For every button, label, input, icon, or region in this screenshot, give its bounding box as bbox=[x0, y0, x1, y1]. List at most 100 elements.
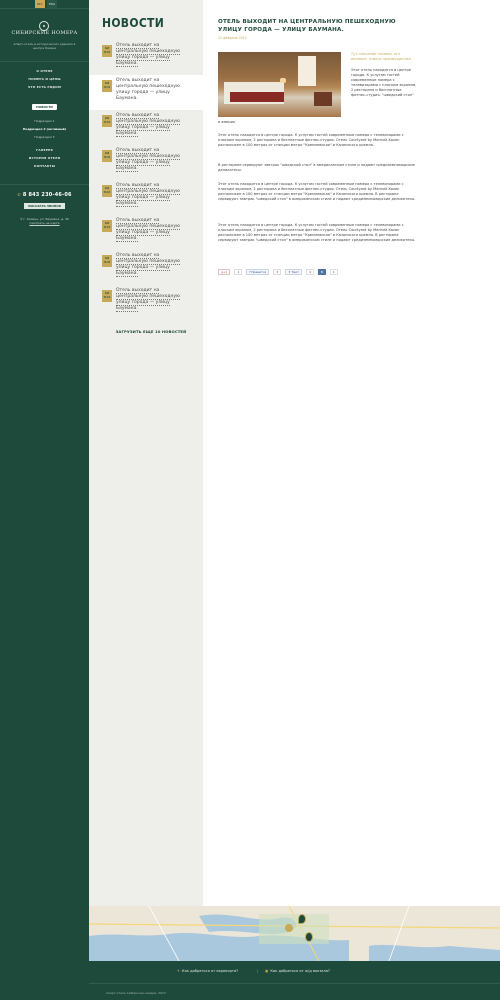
date-badge: 12 МАЯ bbox=[102, 115, 112, 127]
menu-item-contacts[interactable]: КОНТАКТЫ bbox=[0, 164, 89, 168]
article-paragraph: Этот отель находится в центре города. К … bbox=[218, 182, 416, 201]
menu-item-news-active[interactable]: НОВОСТИ bbox=[32, 104, 57, 110]
news-list-column: НОВОСТИ 12 МАЯ Отель выходит на центральн… bbox=[89, 0, 203, 906]
copyright: Апарт-отель Сибирские номера, 2013 bbox=[89, 983, 500, 1000]
news-link-text[interactable]: Отель выходит на центральную пешеходную … bbox=[116, 253, 180, 277]
submenu-item-2[interactable]: Подраздел 2 (активный) bbox=[0, 127, 89, 131]
submenu-item-3[interactable]: Подраздел 3 bbox=[0, 135, 89, 139]
callback-button[interactable]: ЗАКАЗАТЬ ЗВОНОК bbox=[24, 203, 65, 209]
news-link-text[interactable]: Отель выходит на центральную пешеходную … bbox=[116, 113, 180, 137]
photo-lamp bbox=[280, 78, 286, 83]
news-list-item[interactable]: 12 МАЯ Отель выходит на центральную пешех… bbox=[89, 110, 203, 145]
main-menu: О ОТЕЛЕ НОМЕРА И ЦЕНЫ ЧТО ЕСТЬ РЯДОМ НОВ… bbox=[0, 69, 89, 172]
map-marker-icon[interactable] bbox=[305, 932, 313, 942]
news-link[interactable]: Отель выходит на центральную пешеходную … bbox=[116, 78, 181, 102]
divider bbox=[0, 8, 89, 9]
menu-item-history[interactable]: ИСТОРИЯ ОТЕЛЯ bbox=[0, 156, 89, 160]
menu-item-about[interactable]: О ОТЕЛЕ bbox=[0, 69, 89, 73]
news-list-item[interactable]: 12 МАЯ Отель выходит на центральную пешех… bbox=[89, 180, 203, 215]
news-list-item[interactable]: 12 МАЯ Отель выходит на центральную пешех… bbox=[89, 145, 203, 180]
divider bbox=[0, 184, 89, 185]
article-quote: Тут описание номера, его великие, плюсы … bbox=[351, 52, 412, 61]
date-month: МАЯ bbox=[103, 190, 111, 194]
article-photo bbox=[218, 52, 341, 117]
news-link[interactable]: Отель выходит на центральную пешеходную … bbox=[116, 43, 181, 67]
article-paragraph: Этот отель находится в центре города. К … bbox=[218, 223, 416, 242]
location-map[interactable] bbox=[89, 906, 500, 961]
news-link-text[interactable]: Отель выходит на центральную пешеходную … bbox=[116, 183, 180, 207]
google-plus-count: 1 bbox=[234, 269, 243, 275]
news-link[interactable]: Отель выходит на центральную пешеходную … bbox=[116, 148, 181, 172]
date-month: МАЯ bbox=[103, 155, 111, 159]
news-list-item-selected[interactable]: 12 МАЯ Отель выходит на центральную пешех… bbox=[89, 75, 203, 110]
lang-ru[interactable]: РУС bbox=[35, 0, 45, 8]
map-link[interactable]: Смотреть на карте bbox=[0, 221, 89, 225]
news-link-text[interactable]: Отель выходит на центральную пешеходную … bbox=[116, 148, 180, 172]
airport-route-link[interactable]: ✈ Как добраться от аэропорта? bbox=[177, 969, 238, 973]
twitter-label: Твит bbox=[291, 270, 299, 274]
logo-subtitle: Апарт-отель в исторических зданиях в цен… bbox=[13, 42, 76, 50]
menu-item-rooms[interactable]: НОМЕРА И ЦЕНЫ bbox=[0, 77, 89, 81]
date-badge: 12 МАЯ bbox=[102, 290, 112, 302]
footer-separator: | bbox=[257, 969, 259, 973]
phone-icon: ✆ bbox=[17, 192, 21, 197]
news-link-text[interactable]: Отель выходит на центральную пешеходную … bbox=[116, 43, 180, 67]
article-intro-text: Этот отель находится в центре города. К … bbox=[351, 68, 417, 97]
date-badge: 12 МАЯ bbox=[102, 185, 112, 197]
load-more-button[interactable]: ЗАГРУЗИТЬ ЕЩЕ 10 НОВОСТЕЙ bbox=[89, 329, 213, 334]
article-date: 12 февраля 2013 bbox=[218, 36, 247, 40]
date-month: МАЯ bbox=[103, 120, 111, 124]
google-plus-button[interactable]: g+1 bbox=[218, 269, 231, 275]
date-month: МАЯ bbox=[103, 50, 111, 54]
divider bbox=[0, 61, 89, 62]
news-list-item[interactable]: 12 МАЯ Отель выходит на центральную пешех… bbox=[89, 285, 203, 320]
vk-button[interactable]: В bbox=[317, 269, 326, 275]
photo-bedspread bbox=[230, 92, 284, 102]
article-paragraph: В ресторане сервируют завтрак "шведский … bbox=[218, 163, 415, 172]
twitter-button[interactable]: ✦ Твит bbox=[285, 269, 302, 275]
lang-en[interactable]: ENG bbox=[46, 0, 58, 8]
news-link[interactable]: Отель выходит на центральную пешеходную … bbox=[116, 218, 181, 242]
news-list-item[interactable]: 12 МАЯ Отель выходит на центральную пешех… bbox=[89, 215, 203, 250]
date-month: МАЯ bbox=[103, 260, 111, 264]
date-month: МАЯ bbox=[103, 85, 111, 89]
news-link[interactable]: Отель выходит на центральную пешеходную … bbox=[116, 183, 181, 207]
date-badge: 12 МАЯ bbox=[102, 150, 112, 162]
news-link-text[interactable]: Отель выходит на центральную пешеходную … bbox=[116, 218, 180, 242]
airplane-icon: ✈ bbox=[177, 969, 181, 973]
phone-number[interactable]: ✆ 8 843 230-46-06 bbox=[0, 192, 89, 198]
news-list: 12 МАЯ Отель выходит на центральную пешех… bbox=[89, 40, 203, 320]
station-route-label: Как добраться от ж/д вокзала? bbox=[270, 969, 330, 973]
social-buttons: g+1 1 f Нравится 3 ✦ Твит 4 В 1 bbox=[218, 269, 338, 275]
phone-text: 8 843 230-46-06 bbox=[22, 192, 72, 198]
sidebar: РУС ENG СИБИРСКИЕ НОМЕРА Апарт-отель в и… bbox=[0, 0, 89, 1000]
menu-item-gallery[interactable]: ГАЛЕРЕЯ bbox=[0, 148, 89, 152]
news-link[interactable]: Отель выходит на центральную пешеходную … bbox=[116, 253, 181, 277]
facebook-like-button[interactable]: f Нравится bbox=[246, 269, 270, 275]
news-list-item[interactable]: 12 МАЯ Отель выходит на центральную пешех… bbox=[89, 250, 203, 285]
news-link[interactable]: Отель выходит на центральную пешеходную … bbox=[116, 113, 181, 137]
language-switcher: РУС ENG bbox=[35, 0, 58, 8]
news-link[interactable]: Отель выходит на центральную пешеходную … bbox=[116, 288, 181, 312]
photo-window bbox=[298, 56, 316, 86]
date-month: МАЯ bbox=[103, 225, 111, 229]
station-route-link[interactable]: ▣ Как добраться от ж/д вокзала? bbox=[265, 969, 330, 973]
airport-route-label: Как добраться от аэропорта? bbox=[182, 969, 239, 973]
logo-title[interactable]: СИБИРСКИЕ НОМЕРА bbox=[6, 30, 83, 36]
menu-item-nearby[interactable]: ЧТО ЕСТЬ РЯДОМ bbox=[0, 85, 89, 89]
date-badge: 12 МАЯ bbox=[102, 255, 112, 267]
news-list-item[interactable]: 12 МАЯ Отель выходит на центральную пешех… bbox=[89, 40, 203, 75]
map-marker-icon[interactable] bbox=[298, 914, 306, 924]
news-link-text[interactable]: Отель выходит на центральную пешеходную … bbox=[116, 288, 180, 312]
map-marker-icon[interactable] bbox=[285, 924, 293, 932]
facebook-count: 3 bbox=[273, 269, 282, 275]
photo-chair bbox=[314, 92, 332, 106]
submenu-item-1[interactable]: Подраздел 1 bbox=[0, 119, 89, 123]
article-title: ОТЕЛЬ ВЫХОДИТ НА ЦЕНТРАЛЬНУЮ ПЕШЕХОДНУЮ … bbox=[218, 19, 396, 33]
news-heading: НОВОСТИ bbox=[102, 16, 165, 30]
news-link-text[interactable]: Отель выходит на центральную пешеходную … bbox=[116, 78, 180, 101]
article-wrap-tail: в америк bbox=[218, 120, 236, 124]
twitter-count: 4 bbox=[305, 269, 314, 275]
date-month: МАЯ bbox=[103, 295, 111, 299]
date-badge: 12 МАЯ bbox=[102, 220, 112, 232]
